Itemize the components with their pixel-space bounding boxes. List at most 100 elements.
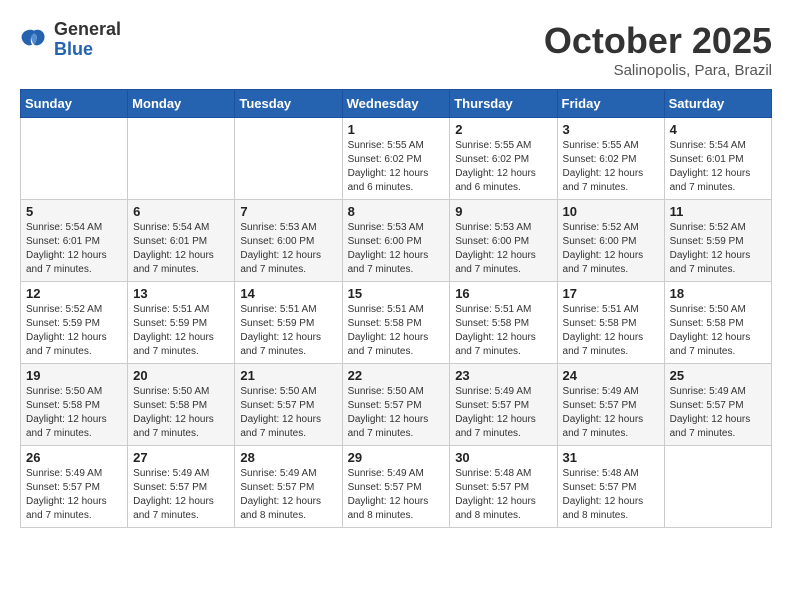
day-info: Sunrise: 5:51 AM Sunset: 5:58 PM Dayligh… [563,303,659,359]
day-info: Sunrise: 5:55 AM Sunset: 6:02 PM Dayligh… [455,139,551,195]
day-number: 29 [348,450,445,465]
day-info: Sunrise: 5:48 AM Sunset: 5:57 PM Dayligh… [563,467,659,523]
day-info: Sunrise: 5:51 AM Sunset: 5:59 PM Dayligh… [240,303,336,359]
calendar-cell: 20 Sunrise: 5:50 AM Sunset: 5:58 PM Dayli… [128,364,235,446]
day-number: 8 [348,204,445,219]
day-number: 10 [563,204,659,219]
day-info: Sunrise: 5:49 AM Sunset: 5:57 PM Dayligh… [240,467,336,523]
calendar-cell: 21Sunrise: 5:50 AM Sunset: 5:57 PM Dayli… [235,364,342,446]
weekday-header-friday: Friday [557,90,664,118]
weekday-header-row: SundayMondayTuesdayWednesdayThursdayFrid… [21,90,772,118]
day-info: Sunrise: 5:54 AM Sunset: 6:01 PM Dayligh… [26,221,122,277]
day-info: Sunrise: 5:54 AM Sunset: 6:01 PM Dayligh… [133,221,229,277]
page-header: General Blue October 2025 Salinopolis, P… [20,20,772,79]
calendar-cell: 25 Sunrise: 5:49 AM Sunset: 5:57 PM Dayli… [664,364,771,446]
day-number: 24 [563,368,659,383]
day-info: Sunrise: 5:49 AM Sunset: 5:57 PM Dayligh… [670,385,766,441]
calendar-cell: 30 Sunrise: 5:48 AM Sunset: 5:57 PM Dayli… [450,446,557,528]
calendar-cell: 1 Sunrise: 5:55 AM Sunset: 6:02 PM Daylig… [342,118,450,200]
calendar-week-row: 26 Sunrise: 5:49 AM Sunset: 5:57 PM Dayli… [21,446,772,528]
calendar-cell: 9Sunrise: 5:53 AM Sunset: 6:00 PM Daylig… [450,200,557,282]
weekday-header-tuesday: Tuesday [235,90,342,118]
day-info: Sunrise: 5:55 AM Sunset: 6:02 PM Dayligh… [563,139,659,195]
day-number: 18 [670,286,766,301]
calendar-cell [21,118,128,200]
day-number: 31 [563,450,659,465]
day-number: 25 [670,368,766,383]
calendar-cell: 23 Sunrise: 5:49 AM Sunset: 5:57 PM Dayli… [450,364,557,446]
calendar-cell: 19 Sunrise: 5:50 AM Sunset: 5:58 PM Dayli… [21,364,128,446]
day-info: Sunrise: 5:53 AM Sunset: 6:00 PM Dayligh… [455,221,551,277]
calendar-cell: 7Sunrise: 5:53 AM Sunset: 6:00 PM Daylig… [235,200,342,282]
day-number: 13 [133,286,229,301]
calendar-cell: 10 Sunrise: 5:52 AM Sunset: 6:00 PM Dayli… [557,200,664,282]
day-info: Sunrise: 5:49 AM Sunset: 5:57 PM Dayligh… [455,385,551,441]
calendar-cell: 31 Sunrise: 5:48 AM Sunset: 5:57 PM Dayli… [557,446,664,528]
calendar-table: SundayMondayTuesdayWednesdayThursdayFrid… [20,89,772,528]
day-info: Sunrise: 5:49 AM Sunset: 5:57 PM Dayligh… [133,467,229,523]
day-info: Sunrise: 5:54 AM Sunset: 6:01 PM Dayligh… [670,139,766,195]
day-info: Sunrise: 5:52 AM Sunset: 5:59 PM Dayligh… [670,221,766,277]
day-number: 14 [240,286,336,301]
day-number: 1 [348,122,445,137]
calendar-cell: 12Sunrise: 5:52 AM Sunset: 5:59 PM Dayli… [21,282,128,364]
calendar-cell [128,118,235,200]
calendar-week-row: 12Sunrise: 5:52 AM Sunset: 5:59 PM Dayli… [21,282,772,364]
day-info: Sunrise: 5:48 AM Sunset: 5:57 PM Dayligh… [455,467,551,523]
calendar-cell: 22 Sunrise: 5:50 AM Sunset: 5:57 PM Dayli… [342,364,450,446]
weekday-header-monday: Monday [128,90,235,118]
day-number: 7 [240,204,336,219]
day-info: Sunrise: 5:55 AM Sunset: 6:02 PM Dayligh… [348,139,445,195]
day-number: 11 [670,204,766,219]
day-number: 22 [348,368,445,383]
day-number: 20 [133,368,229,383]
calendar-cell: 16Sunrise: 5:51 AM Sunset: 5:58 PM Dayli… [450,282,557,364]
day-info: Sunrise: 5:51 AM Sunset: 5:59 PM Dayligh… [133,303,229,359]
calendar-cell: 15Sunrise: 5:51 AM Sunset: 5:58 PM Dayli… [342,282,450,364]
logo-text: General Blue [54,20,121,60]
day-number: 19 [26,368,122,383]
calendar-cell: 3 Sunrise: 5:55 AM Sunset: 6:02 PM Daylig… [557,118,664,200]
calendar-week-row: 19 Sunrise: 5:50 AM Sunset: 5:58 PM Dayli… [21,364,772,446]
calendar-cell: 6Sunrise: 5:54 AM Sunset: 6:01 PM Daylig… [128,200,235,282]
calendar-cell: 24 Sunrise: 5:49 AM Sunset: 5:57 PM Dayli… [557,364,664,446]
day-info: Sunrise: 5:51 AM Sunset: 5:58 PM Dayligh… [455,303,551,359]
weekday-header-saturday: Saturday [664,90,771,118]
day-info: Sunrise: 5:50 AM Sunset: 5:58 PM Dayligh… [26,385,122,441]
day-info: Sunrise: 5:50 AM Sunset: 5:57 PM Dayligh… [348,385,445,441]
calendar-cell: 26 Sunrise: 5:49 AM Sunset: 5:57 PM Dayli… [21,446,128,528]
calendar-cell: 27Sunrise: 5:49 AM Sunset: 5:57 PM Dayli… [128,446,235,528]
day-number: 30 [455,450,551,465]
day-info: Sunrise: 5:52 AM Sunset: 6:00 PM Dayligh… [563,221,659,277]
day-info: Sunrise: 5:49 AM Sunset: 5:57 PM Dayligh… [348,467,445,523]
day-number: 23 [455,368,551,383]
calendar-cell [235,118,342,200]
location: Salinopolis, Para, Brazil [544,62,772,79]
calendar-cell: 11 Sunrise: 5:52 AM Sunset: 5:59 PM Dayli… [664,200,771,282]
day-number: 28 [240,450,336,465]
day-number: 17 [563,286,659,301]
day-number: 4 [670,122,766,137]
calendar-cell: 8Sunrise: 5:53 AM Sunset: 6:00 PM Daylig… [342,200,450,282]
day-info: Sunrise: 5:52 AM Sunset: 5:59 PM Dayligh… [26,303,122,359]
day-number: 26 [26,450,122,465]
day-number: 3 [563,122,659,137]
day-number: 2 [455,122,551,137]
calendar-cell: 14 Sunrise: 5:51 AM Sunset: 5:59 PM Dayli… [235,282,342,364]
day-info: Sunrise: 5:49 AM Sunset: 5:57 PM Dayligh… [563,385,659,441]
month-title: October 2025 [544,20,772,62]
day-info: Sunrise: 5:49 AM Sunset: 5:57 PM Dayligh… [26,467,122,523]
calendar-cell: 28 Sunrise: 5:49 AM Sunset: 5:57 PM Dayli… [235,446,342,528]
calendar-cell: 29 Sunrise: 5:49 AM Sunset: 5:57 PM Dayli… [342,446,450,528]
day-number: 15 [348,286,445,301]
calendar-cell: 5Sunrise: 5:54 AM Sunset: 6:01 PM Daylig… [21,200,128,282]
calendar-cell: 17 Sunrise: 5:51 AM Sunset: 5:58 PM Dayli… [557,282,664,364]
weekday-header-thursday: Thursday [450,90,557,118]
calendar-week-row: 5Sunrise: 5:54 AM Sunset: 6:01 PM Daylig… [21,200,772,282]
day-info: Sunrise: 5:50 AM Sunset: 5:57 PM Dayligh… [240,385,336,441]
calendar-cell: 4 Sunrise: 5:54 AM Sunset: 6:01 PM Daylig… [664,118,771,200]
calendar-cell: 13 Sunrise: 5:51 AM Sunset: 5:59 PM Dayli… [128,282,235,364]
day-info: Sunrise: 5:50 AM Sunset: 5:58 PM Dayligh… [133,385,229,441]
day-info: Sunrise: 5:50 AM Sunset: 5:58 PM Dayligh… [670,303,766,359]
calendar-cell: 18 Sunrise: 5:50 AM Sunset: 5:58 PM Dayli… [664,282,771,364]
